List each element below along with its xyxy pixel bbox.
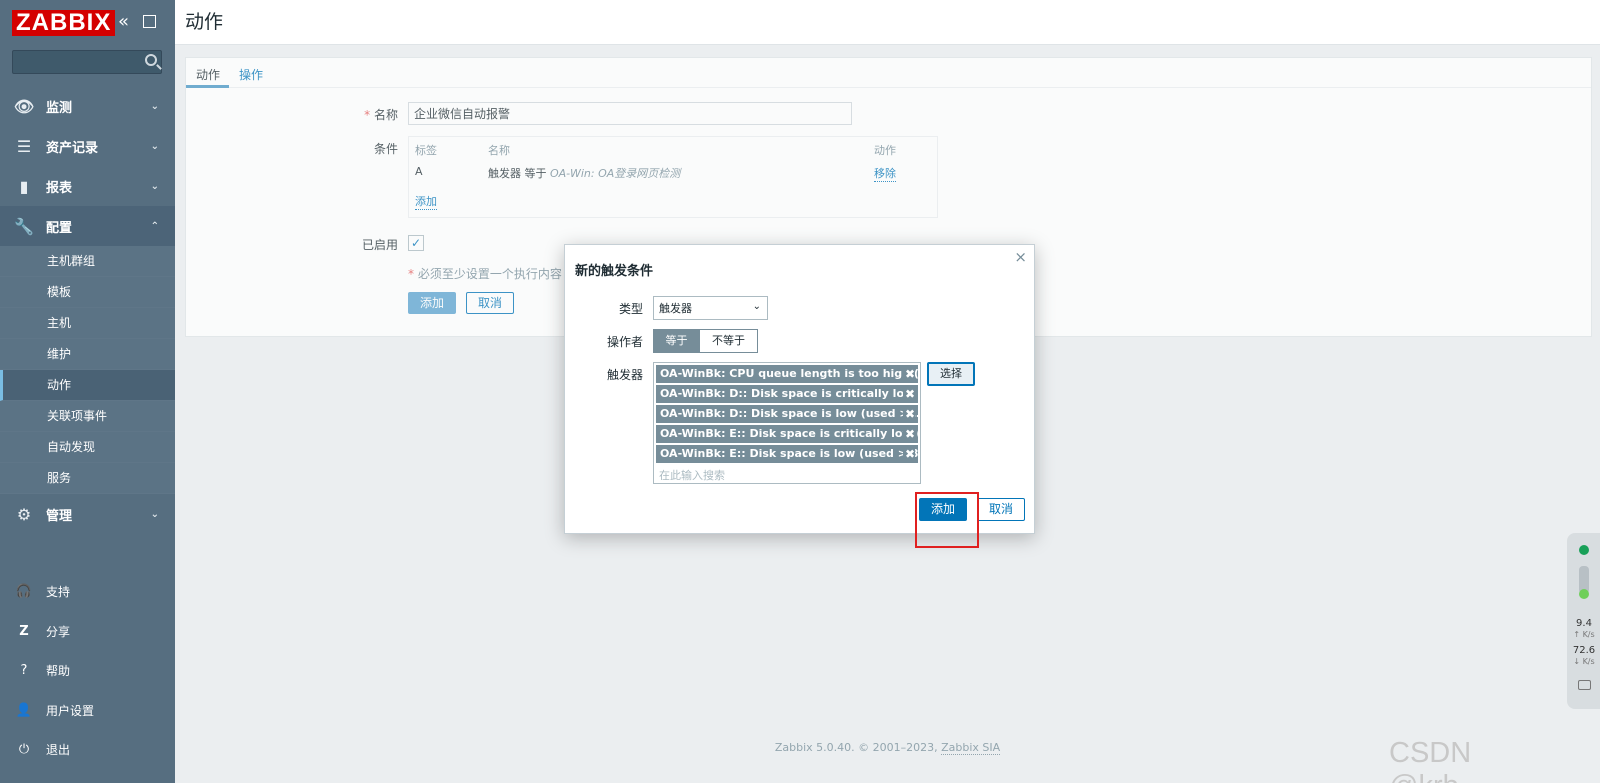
submenu-maintenance[interactable]: 维护: [0, 339, 175, 370]
trigger-chip: OA-WinBk: E:: Disk space is critically l…: [656, 425, 918, 443]
wrench-icon: 🔧: [14, 216, 34, 236]
type-select-value: 触发器: [659, 302, 692, 315]
help-icon: ?: [20, 663, 28, 679]
operator-equals-option[interactable]: 等于: [653, 329, 700, 353]
submenu-hosts[interactable]: 主机: [0, 308, 175, 339]
submenu-actions[interactable]: 动作: [0, 370, 175, 401]
menu-label: 分享: [46, 624, 71, 639]
page-title: 动作: [185, 11, 224, 33]
upload-unit: ↑ K/s: [1573, 630, 1595, 639]
menu-administration[interactable]: ⚙ 管理 ⌄: [0, 494, 175, 534]
network-speed-widget: 9.4 ↑ K/s 72.6 ↓ K/s: [1567, 533, 1600, 709]
submenu-event-correlation[interactable]: 关联项事件: [0, 401, 175, 432]
operator-label: 操作者: [606, 335, 643, 349]
remove-chip-icon[interactable]: ✖: [902, 425, 915, 443]
type-select[interactable]: 触发器 ⌄: [653, 296, 768, 320]
chevron-down-icon: ⌄: [150, 100, 159, 112]
menu-sign-out[interactable]: ⏻ 退出: [0, 730, 175, 770]
sidebar-search-input[interactable]: [12, 50, 162, 74]
submenu-services[interactable]: 服务: [0, 463, 175, 494]
menu-label: 用户设置: [46, 703, 95, 718]
trigger-chip-label: OA-WinBk: CPU queue length is too high (…: [660, 367, 918, 380]
gear-icon: ⚙: [16, 504, 32, 524]
page-header: 动作: [175, 0, 1600, 45]
menu-share[interactable]: Z 分享: [0, 612, 175, 652]
dialog-title: 新的触发条件: [575, 264, 654, 279]
trigger-chip: OA-WinBk: E:: Disk space is low (used > …: [656, 445, 918, 463]
bar-chart-icon: ▮: [19, 176, 29, 196]
submenu-host-groups[interactable]: 主机群组: [0, 246, 175, 277]
menu-user-settings[interactable]: 👤 用户设置: [0, 691, 175, 731]
submenu-discovery[interactable]: 自动发现: [0, 432, 175, 463]
trigger-chip-label: OA-WinBk: E:: Disk space is low (used > …: [660, 447, 918, 460]
chevron-down-icon: ⌄: [752, 301, 761, 312]
upload-speed: 9.4: [1576, 618, 1592, 629]
watermark: CSDN @krb____: [1389, 737, 1523, 783]
chevron-down-icon: ⌄: [150, 508, 159, 520]
menu-inventory[interactable]: ☰ 资产记录 ⌄: [0, 126, 175, 166]
new-trigger-condition-dialog: 新的触发条件 × 类型 触发器 ⌄ 操作者 等于 不等于 触发器 OA-WinB…: [564, 244, 1035, 534]
menu-label: 帮助: [46, 664, 71, 679]
menu-help[interactable]: ? 帮助: [0, 651, 175, 691]
camera-icon[interactable]: [1578, 680, 1591, 690]
menu-label: 支持: [46, 585, 71, 600]
menu-reports[interactable]: ▮ 报表 ⌄: [0, 166, 175, 206]
remove-chip-icon[interactable]: ✖: [902, 405, 915, 423]
close-icon[interactable]: ×: [1014, 248, 1027, 266]
zabbix-logo[interactable]: ZABBIX: [12, 10, 116, 36]
bottom-menu: 🎧 支持 Z 分享 ? 帮助 👤 用户设置 ⏻ 退出: [0, 572, 175, 770]
trigger-label: 触发器: [606, 368, 643, 382]
power-icon: ⏻: [18, 742, 30, 758]
main-menu: 👁 监测 ⌄ ☰ 资产记录 ⌄ ▮ 报表 ⌄ 🔧 配置 ⌃ 主机群组 模板 主机…: [0, 86, 175, 534]
trigger-chip-label: OA-WinBk: E:: Disk space is critically l…: [660, 427, 918, 440]
chevron-up-icon: ⌃: [150, 220, 159, 232]
dialog-cancel-button[interactable]: 取消: [977, 498, 1025, 521]
operator-not-equals-option[interactable]: 不等于: [700, 329, 758, 353]
sidebar: ZABBIX « 👁 监测 ⌄ ☰ 资产记录 ⌄ ▮ 报表 ⌄ 🔧 配置 ⌃ 主…: [0, 0, 175, 783]
type-label: 类型: [618, 302, 643, 316]
chevron-down-icon: ⌄: [150, 140, 159, 152]
user-icon: 👤: [15, 702, 33, 718]
chevron-down-icon: ⌄: [150, 180, 159, 192]
status-dot-icon: [1579, 545, 1589, 555]
menu-label: 监测: [46, 100, 73, 116]
submenu-templates[interactable]: 模板: [0, 277, 175, 308]
collapse-sidebar-icon[interactable]: «: [118, 12, 129, 32]
list-icon: ☰: [16, 136, 32, 156]
headset-icon: 🎧: [15, 584, 33, 600]
annotation-highlight-box: [915, 492, 979, 548]
trigger-chip: OA-WinBk: D:: Disk space is critically l…: [656, 385, 918, 403]
configuration-submenu: 主机群组 模板 主机 维护 动作 关联项事件 自动发现 服务: [0, 246, 175, 494]
menu-monitoring[interactable]: 👁 监测 ⌄: [0, 86, 175, 126]
trigger-search-input[interactable]: 在此输入搜索: [656, 465, 918, 485]
search-icon[interactable]: [145, 54, 157, 66]
menu-label: 资产记录: [46, 140, 99, 156]
logo-row: ZABBIX «: [0, 0, 175, 46]
share-icon: Z: [19, 623, 29, 639]
trigger-multiselect[interactable]: OA-WinBk: CPU queue length is too high (…: [653, 362, 921, 484]
trigger-chip: OA-WinBk: CPU queue length is too high (…: [656, 365, 918, 383]
eye-icon: 👁: [13, 96, 35, 116]
usage-dot-icon: [1579, 589, 1589, 599]
menu-configuration[interactable]: 🔧 配置 ⌃: [0, 206, 175, 246]
trigger-chip: OA-WinBk: D:: Disk space is low (used > …: [656, 405, 918, 423]
trigger-chip-label: OA-WinBk: D:: Disk space is critically l…: [660, 387, 918, 400]
download-unit: ↓ K/s: [1573, 657, 1595, 666]
kiosk-mode-icon[interactable]: [143, 15, 156, 28]
menu-label: 退出: [46, 743, 71, 758]
trigger-chip-label: OA-WinBk: D:: Disk space is low (used > …: [660, 407, 918, 420]
menu-support[interactable]: 🎧 支持: [0, 572, 175, 612]
select-trigger-button[interactable]: 选择: [927, 362, 975, 386]
download-speed: 72.6: [1572, 645, 1596, 656]
remove-chip-icon[interactable]: ✖: [902, 445, 915, 463]
menu-label: 报表: [46, 180, 73, 196]
menu-label: 管理: [46, 508, 73, 524]
remove-chip-icon[interactable]: ✖: [902, 365, 915, 383]
menu-label: 配置: [46, 220, 73, 236]
remove-chip-icon[interactable]: ✖: [902, 385, 915, 403]
